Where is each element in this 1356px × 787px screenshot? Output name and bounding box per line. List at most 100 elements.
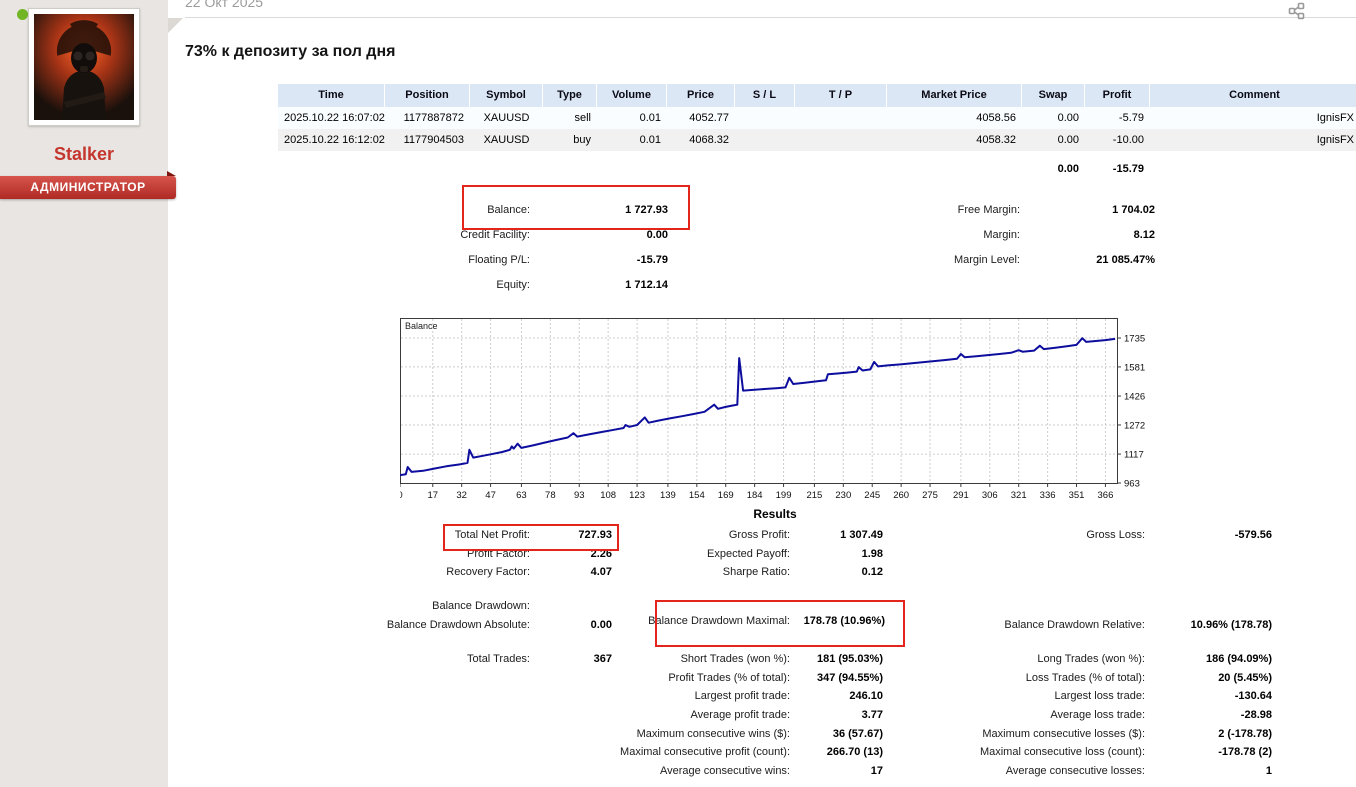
table-cell — [385, 158, 470, 180]
page-title: 73% к депозиту за пол дня — [185, 42, 396, 60]
table-cell — [543, 158, 597, 180]
svg-text:184: 184 — [747, 490, 763, 501]
stat-row: Balance Drawdown Relative: 10.96% (178.78… — [945, 616, 1272, 635]
stat-value: 1 307.49 — [840, 529, 883, 541]
stat-row: Average loss trade: -28.98 — [945, 706, 1272, 725]
svg-text:108: 108 — [600, 490, 616, 501]
table-cell: 1177887872 — [403, 112, 464, 124]
stat-row: Equity: 1 712.14 — [330, 273, 668, 298]
table-cell: -15.79 — [1112, 163, 1144, 175]
stat-label: Total Net Profit: — [454, 529, 530, 541]
share-icon[interactable] — [1288, 2, 1306, 20]
svg-text:260: 260 — [893, 490, 909, 501]
forum-post-page: Stalker АДМИНИСТРАТОР 22 Окт 2025 73% к … — [0, 0, 1356, 787]
svg-text:963: 963 — [1124, 479, 1140, 490]
table-cell: 0.00 — [1057, 163, 1079, 175]
stat-label: Average loss trade: — [1050, 709, 1145, 722]
stat-label: Balance Drawdown Maximal: — [648, 615, 790, 627]
stat-row: Total Trades: 367 — [330, 650, 612, 669]
svg-text:78: 78 — [545, 490, 556, 501]
balance-chart: 963 1117 1272 1426 1581 1735 0 17 32 47 63 78 93 108 1… — [397, 318, 1160, 504]
table-cell: 4058.32 — [976, 134, 1016, 146]
stat-label: Profit Trades (% of total): — [668, 671, 790, 684]
table-cell — [597, 158, 667, 180]
stat-label: Maximum consecutive losses ($): — [982, 727, 1145, 740]
message-bubble-arrow — [168, 18, 183, 33]
stat-value: 246.10 — [849, 690, 883, 703]
stat-value: 1 727.93 — [625, 204, 668, 216]
avatar[interactable] — [28, 8, 140, 126]
table-header-cell: Position — [385, 84, 470, 107]
stat-row: Maximum consecutive losses ($): 2 (-178.7… — [945, 725, 1272, 744]
stat-value: 0.12 — [861, 566, 883, 579]
stat-value: 1 — [1265, 765, 1272, 778]
account-summary-right: Free Margin: 1 704.02 Margin: 8.12 Margin Le… — [870, 198, 1155, 273]
stat-label: Profit Factor: — [467, 547, 530, 560]
trades-stats-column-3: Long Trades (won %): 186 (94.09%) Loss Tra… — [945, 650, 1272, 781]
stat-label: Credit Facility: — [460, 229, 530, 241]
stat-value: 20 (5.45%) — [1218, 671, 1272, 684]
table-cell: 1177904503 — [403, 134, 464, 146]
stat-label: Balance Drawdown: — [432, 600, 530, 612]
svg-text:306: 306 — [982, 490, 998, 501]
svg-text:93: 93 — [574, 490, 585, 501]
trades-stats-column-2: Short Trades (won %): 181 (95.03%) Profit … — [600, 650, 883, 781]
table-cell: 0.01 — [639, 134, 661, 146]
results-column-2: Gross Profit: 1 307.49 Expected Payoff: 1.9… — [600, 526, 883, 582]
stat-row: Credit Facility: 0.00 — [330, 223, 668, 248]
table-cell — [887, 158, 1022, 180]
stat-value: 186 (94.09%) — [1205, 653, 1272, 665]
svg-text:230: 230 — [835, 490, 851, 501]
stat-row: Long Trades (won %): 186 (94.09%) — [945, 650, 1272, 669]
stat-value: 181 (95.03%) — [816, 653, 883, 665]
drawdown-column-1: Balance Drawdown: Balance Drawdown Absolu… — [330, 597, 612, 634]
stat-value: 178.78 (10.96%) — [803, 615, 885, 627]
table-cell: XAUUSD — [483, 112, 530, 124]
divider — [185, 17, 1356, 18]
stat-label: Margin Level: — [953, 254, 1020, 266]
svg-text:47: 47 — [485, 490, 496, 501]
results-heading: Results — [753, 507, 797, 521]
svg-text:63: 63 — [516, 490, 527, 501]
stat-row: Short Trades (won %): 181 (95.03%) — [600, 650, 883, 669]
stat-value: 3.77 — [861, 709, 883, 722]
stat-value: 36 (57.67) — [832, 727, 883, 740]
table-cell — [795, 107, 887, 129]
svg-text:32: 32 — [456, 490, 467, 501]
stat-label: Balance Drawdown Absolute: — [386, 618, 530, 631]
stat-label: Long Trades (won %): — [1037, 653, 1145, 665]
table-header-cell: Profit — [1085, 84, 1150, 107]
stat-row: Balance Drawdown Maximal: 178.78 (10.96%) — [600, 612, 885, 631]
stat-value: -130.64 — [1234, 690, 1272, 703]
drawdown-column-3: Balance Drawdown Relative: 10.96% (178.78… — [945, 616, 1272, 635]
table-header-cell: S / L — [735, 84, 795, 107]
stat-label: Balance: — [487, 204, 530, 216]
stat-value: -579.56 — [1234, 529, 1272, 541]
table-cell: IgnisFX — [1316, 112, 1354, 124]
table-header-cell: Type — [543, 84, 597, 107]
username[interactable]: Stalker — [0, 144, 168, 165]
stat-value: -178.78 (2) — [1218, 746, 1272, 759]
results-column-1: Total Net Profit: 727.93 Profit Factor: 2.2… — [330, 526, 612, 582]
stat-label: Total Trades: — [467, 653, 530, 665]
stat-value: 10.96% (178.78) — [1190, 619, 1272, 631]
account-summary-left: Balance: 1 727.93 Credit Facility: 0.00 Floa… — [330, 198, 668, 298]
results-column-3: Gross Loss: -579.56 — [945, 526, 1272, 545]
stat-value: 1.98 — [861, 547, 883, 560]
svg-text:366: 366 — [1098, 490, 1114, 501]
user-sidebar: Stalker АДМИНИСТРАТОР — [0, 0, 176, 787]
svg-text:1581: 1581 — [1124, 362, 1145, 373]
stat-label: Maximal consecutive profit (count): — [620, 746, 790, 759]
stat-value: 266.70 (13) — [826, 746, 883, 759]
table-cell: 0.00 — [1057, 134, 1079, 146]
svg-text:1735: 1735 — [1124, 334, 1145, 345]
table-cell: 4052.77 — [689, 112, 729, 124]
table-cell: 4068.32 — [689, 134, 729, 146]
table-header-cell: Symbol — [470, 84, 543, 107]
table-header-cell: Volume — [597, 84, 667, 107]
svg-text:336: 336 — [1040, 490, 1056, 501]
stat-label: Floating P/L: — [468, 254, 530, 266]
stat-label: Margin: — [983, 229, 1020, 241]
stat-value: 17 — [870, 765, 883, 778]
stat-label: Average consecutive losses: — [1005, 765, 1145, 778]
